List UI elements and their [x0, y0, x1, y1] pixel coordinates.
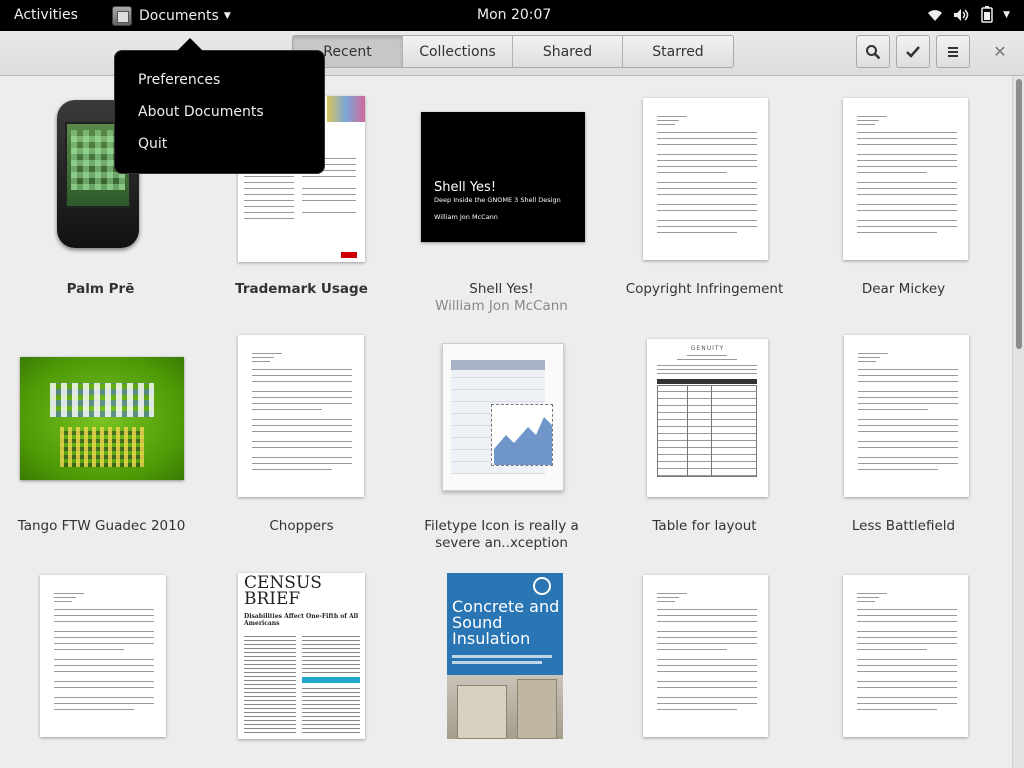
vertical-scrollbar[interactable]: [1012, 76, 1024, 768]
document-tile-concrete[interactable]: Concrete and Sound Insulation: [401, 573, 602, 753]
clock[interactable]: Mon 20:07: [477, 7, 551, 23]
document-tile[interactable]: [1, 573, 202, 753]
close-icon: ✕: [993, 41, 1007, 61]
document-tile-dear-mickey[interactable]: Dear Mickey: [803, 96, 1004, 298]
view-switcher: Recent Collections Shared Starred: [292, 35, 734, 68]
document-title: Dear Mickey: [861, 281, 946, 297]
concrete-title: Concrete and Sound Insulation: [452, 597, 560, 648]
document-tile-filetype-icon[interactable]: Filetype Icon is really a severe an..xce…: [401, 333, 602, 552]
document-title: Choppers: [269, 518, 334, 534]
document-thumbnail: [201, 333, 402, 513]
tab-shared[interactable]: Shared: [513, 36, 623, 67]
menu-button[interactable]: [936, 35, 970, 68]
app-menu-button[interactable]: Documents ▼: [112, 5, 231, 27]
system-tray[interactable]: ▼: [927, 6, 1010, 23]
document-title: Table for layout: [652, 518, 757, 534]
menu-item-preferences[interactable]: Preferences: [138, 72, 220, 88]
tab-collections[interactable]: Collections: [403, 36, 513, 67]
document-tile-choppers[interactable]: Choppers: [201, 333, 402, 535]
app-menu-label: Documents: [139, 8, 219, 24]
menu-pointer: [177, 38, 203, 51]
spreadsheet-icon: [401, 333, 602, 513]
cover-title: Shell Yes!: [434, 180, 497, 195]
document-thumbnail: [803, 333, 1004, 513]
tab-starred[interactable]: Starred: [623, 36, 733, 67]
chevron-down-icon: ▼: [223, 11, 231, 21]
cover-author: William Jon McCann: [434, 213, 498, 221]
search-icon: [866, 44, 881, 59]
document-grid: Palm Prē Trademark Usage Shell Yes! Deep…: [0, 76, 1012, 768]
document-title: Shell Yes!: [469, 281, 534, 297]
census-headline: Disabilities Affect One-Fifth of All Ame…: [244, 613, 359, 627]
scrollbar-thumb[interactable]: [1016, 79, 1022, 349]
document-thumbnail: [1, 333, 202, 513]
document-tile-copyright-infringement[interactable]: Copyright Infringement: [604, 96, 805, 298]
document-tile-shell-yes[interactable]: Shell Yes! Deep Inside the GNOME 3 Shell…: [401, 96, 602, 315]
document-tile[interactable]: [803, 573, 1004, 753]
cover-subtitle: Deep Inside the GNOME 3 Shell Design: [434, 196, 561, 204]
document-title: Palm Prē: [66, 281, 135, 297]
menu-item-quit[interactable]: Quit: [138, 136, 167, 152]
close-button[interactable]: ✕: [990, 41, 1010, 61]
battery-icon[interactable]: [981, 6, 993, 23]
document-tile-less-battlefield[interactable]: Less Battlefield: [803, 333, 1004, 535]
document-tile-tango-ftw[interactable]: Tango FTW Guadec 2010: [1, 333, 202, 535]
activities-button[interactable]: Activities: [14, 7, 78, 23]
checkmark-icon: [906, 45, 920, 58]
document-thumbnail: [604, 573, 805, 753]
chevron-down-icon[interactable]: ▼: [1003, 10, 1010, 20]
wifi-icon[interactable]: [927, 8, 943, 22]
document-title: Less Battlefield: [851, 518, 956, 534]
document-thumbnail: [604, 96, 805, 276]
census-title-2: BRIEF: [244, 589, 301, 609]
document-thumbnail: Shell Yes! Deep Inside the GNOME 3 Shell…: [401, 96, 602, 276]
search-button[interactable]: [856, 35, 890, 68]
selection-mode-button[interactable]: [896, 35, 930, 68]
table-doc-heading: GENUITY: [690, 345, 725, 352]
document-thumbnail: [803, 573, 1004, 753]
document-tile-census-brief[interactable]: CENSUS BRIEF Disabilities Affect One-Fif…: [201, 573, 402, 753]
menu-item-about[interactable]: About Documents: [138, 104, 264, 120]
document-title: Trademark Usage: [235, 281, 368, 297]
document-author: William Jon McCann: [435, 298, 568, 314]
document-tile-table-for-layout[interactable]: GENUITY Table for layout: [604, 333, 805, 535]
app-menu-popup: Preferences About Documents Quit: [114, 38, 325, 174]
document-thumbnail: Concrete and Sound Insulation: [401, 573, 602, 753]
document-thumbnail: [803, 96, 1004, 276]
document-title: Copyright Infringement: [625, 281, 784, 297]
volume-icon[interactable]: [953, 8, 971, 22]
document-thumbnail: GENUITY: [604, 333, 805, 513]
document-title: Tango FTW Guadec 2010: [17, 518, 186, 534]
document-title: Filetype Icon is really a severe an..xce…: [424, 518, 579, 551]
documents-app-icon: [112, 6, 132, 26]
document-thumbnail: [1, 573, 202, 753]
document-thumbnail: CENSUS BRIEF Disabilities Affect One-Fif…: [201, 573, 402, 753]
top-bar: Activities Documents ▼ Mon 20:07 ▼: [0, 0, 1024, 31]
document-tile[interactable]: [604, 573, 805, 753]
hamburger-icon: [948, 46, 958, 57]
